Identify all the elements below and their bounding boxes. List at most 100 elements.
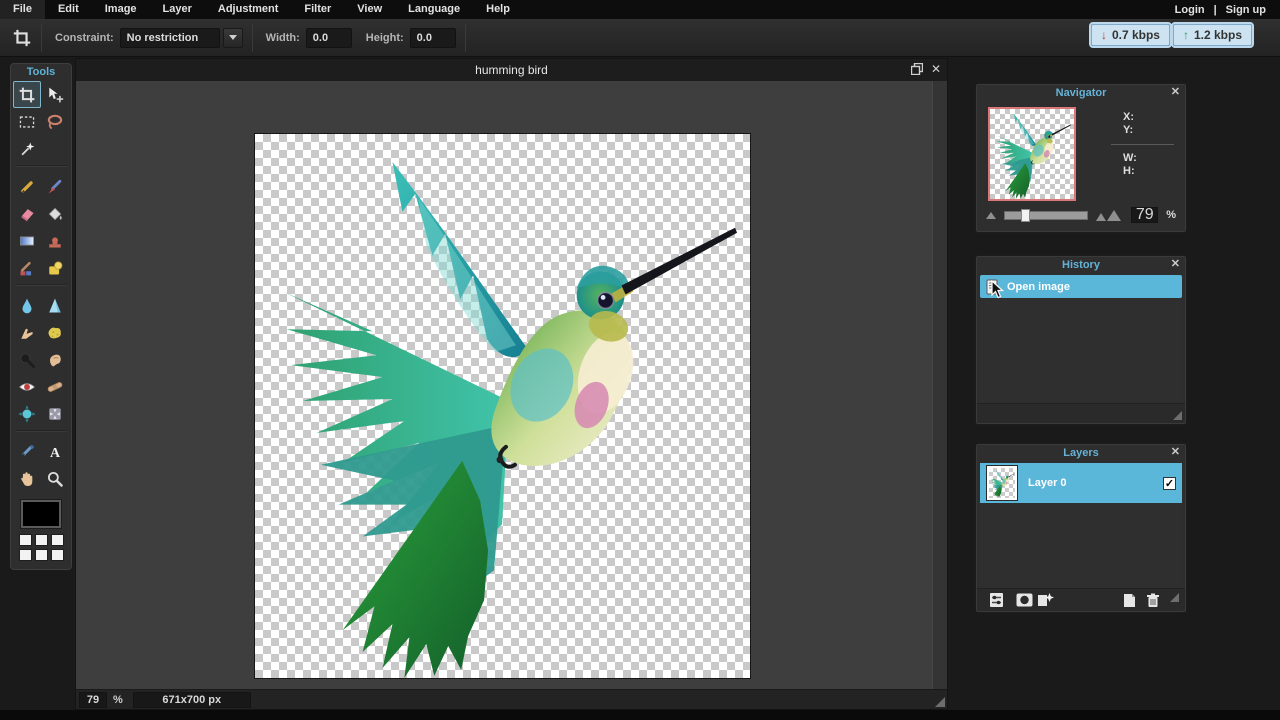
clone-stamp-tool[interactable] xyxy=(41,227,69,254)
bloat-tool[interactable] xyxy=(13,400,41,427)
window-resize-grip[interactable] xyxy=(935,697,945,707)
bucket-tool[interactable] xyxy=(41,200,69,227)
tools-panel-title: Tools xyxy=(26,66,56,78)
menu-help[interactable]: Help xyxy=(473,0,523,19)
menu-adjustment[interactable]: Adjustment xyxy=(205,0,292,19)
dodge-tool[interactable] xyxy=(13,346,41,373)
palette-swatch[interactable] xyxy=(50,534,64,546)
draw-tool[interactable] xyxy=(41,254,69,281)
navigator-title: Navigator xyxy=(1055,86,1107,99)
zoom-level-field[interactable]: 79 xyxy=(79,691,107,708)
nav-w-label: W: xyxy=(1123,152,1137,164)
close-window-icon[interactable]: ✕ xyxy=(931,62,941,76)
delete-layer-button[interactable] xyxy=(1146,593,1160,608)
marquee-tool[interactable] xyxy=(13,108,41,135)
palette-swatch[interactable] xyxy=(34,534,48,546)
add-layer-style-button[interactable] xyxy=(1037,592,1054,608)
history-header[interactable]: History ✕ xyxy=(976,256,1186,273)
zoom-slider[interactable] xyxy=(1004,208,1089,222)
image-window-statusbar: 79 % 671x700 px xyxy=(76,689,947,709)
gradient-tool[interactable] xyxy=(13,227,41,254)
sponge-tool[interactable] xyxy=(41,319,69,346)
constraint-dropdown-button[interactable] xyxy=(222,27,243,48)
layer-visibility-checkbox[interactable]: ✓ xyxy=(1163,476,1176,490)
wand-tool[interactable] xyxy=(13,135,41,162)
crop-icon xyxy=(13,29,31,46)
close-icon[interactable]: ✕ xyxy=(1171,445,1180,458)
smudge-tool[interactable] xyxy=(13,319,41,346)
tool-options-bar: Constraint: No restriction Width: 0.0 He… xyxy=(0,19,1280,57)
width-field[interactable]: 0.0 xyxy=(305,27,352,48)
marquee-icon xyxy=(19,115,35,128)
empty-slot xyxy=(41,135,69,162)
navigator-zoom-field[interactable]: 79 xyxy=(1131,206,1159,223)
history-step-icon xyxy=(986,279,1000,294)
layer-settings-button[interactable] xyxy=(989,592,1004,608)
zoom-slider-handle[interactable] xyxy=(1021,208,1030,222)
hand-tool[interactable] xyxy=(13,465,41,492)
hummingbird-layer-thumb xyxy=(989,468,1015,498)
history-entry-open-image[interactable]: Open image xyxy=(980,275,1182,298)
layer-row-layer0[interactable]: Layer 0 ✓ xyxy=(980,463,1182,503)
crop-tool[interactable] xyxy=(13,81,41,108)
move-tool[interactable] xyxy=(41,81,69,108)
eraser-tool[interactable] xyxy=(13,200,41,227)
menu-filter[interactable]: Filter xyxy=(291,0,344,19)
signup-link[interactable]: Sign up xyxy=(1226,4,1266,16)
layers-list: Layer 0 ✓ xyxy=(980,463,1182,588)
login-link[interactable]: Login xyxy=(1175,4,1205,16)
close-icon[interactable]: ✕ xyxy=(1171,85,1180,98)
menu-image[interactable]: Image xyxy=(92,0,150,19)
layers-toolbar xyxy=(977,588,1185,611)
restore-window-icon[interactable] xyxy=(910,63,923,75)
palette-swatch[interactable] xyxy=(50,549,64,561)
menu-layer[interactable]: Layer xyxy=(150,0,205,19)
color-replace-tool[interactable] xyxy=(13,254,41,281)
navigator-header[interactable]: Navigator ✕ xyxy=(976,84,1186,101)
menu-view[interactable]: View xyxy=(344,0,395,19)
pencil-tool[interactable] xyxy=(13,173,41,200)
nav-x-label: X: xyxy=(1123,111,1134,123)
image-window-titlebar[interactable]: humming bird ✕ xyxy=(76,59,947,81)
panel-resize-grip[interactable] xyxy=(1173,411,1182,420)
palette-swatch[interactable] xyxy=(18,549,32,561)
type-tool[interactable]: A xyxy=(41,438,69,465)
zoom-out-icon[interactable] xyxy=(986,211,996,219)
zoom-tool[interactable] xyxy=(41,465,69,492)
canvas[interactable] xyxy=(254,133,751,679)
foreground-color-swatch[interactable] xyxy=(20,499,62,529)
red-eye-tool[interactable] xyxy=(13,373,41,400)
pinch-tool[interactable] xyxy=(41,400,69,427)
new-layer-button[interactable] xyxy=(1123,593,1136,608)
upload-rate-badge: ↑ 1.2 kbps xyxy=(1170,22,1255,48)
palette-swatch[interactable] xyxy=(18,534,32,546)
add-layer-mask-button[interactable] xyxy=(1016,593,1033,607)
menu-file[interactable]: File xyxy=(0,0,45,19)
blur-tool[interactable] xyxy=(13,292,41,319)
sharpen-tool[interactable] xyxy=(41,292,69,319)
navigator-thumbnail[interactable] xyxy=(988,107,1076,201)
layers-header[interactable]: Layers ✕ xyxy=(976,444,1186,461)
palette-swatch[interactable] xyxy=(34,549,48,561)
zoom-percent-label: % xyxy=(113,693,123,706)
menu-edit[interactable]: Edit xyxy=(45,0,92,19)
eyedropper-tool[interactable] xyxy=(13,438,41,465)
close-icon[interactable]: ✕ xyxy=(1171,257,1180,270)
panel-resize-grip[interactable] xyxy=(1170,592,1179,602)
heal-tool[interactable] xyxy=(41,373,69,400)
constraint-label: Constraint: xyxy=(55,31,114,44)
lasso-tool[interactable] xyxy=(41,108,69,135)
layers-title: Layers xyxy=(1063,446,1099,459)
brush-tool[interactable] xyxy=(41,173,69,200)
download-arrow-icon: ↓ xyxy=(1100,28,1107,42)
height-field[interactable]: 0.0 xyxy=(409,27,456,48)
burn-tool[interactable] xyxy=(41,346,69,373)
hummingbird-thumbnail xyxy=(990,109,1074,199)
options-separator xyxy=(251,23,253,52)
tools-panel: Tools A xyxy=(10,63,72,570)
bloat-icon xyxy=(18,404,36,423)
menu-language[interactable]: Language xyxy=(395,0,473,19)
vertical-scrollbar[interactable] xyxy=(932,81,947,689)
zoom-in-icon[interactable] xyxy=(1096,209,1122,221)
constraint-dropdown[interactable]: No restriction xyxy=(119,27,220,48)
